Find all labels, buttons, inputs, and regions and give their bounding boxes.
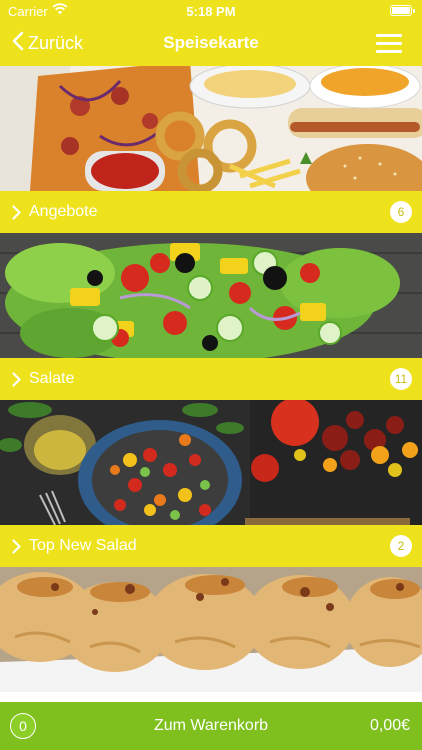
category-image-pastries (0, 567, 422, 692)
chevron-right-icon (12, 371, 21, 387)
category-item-angebote[interactable]: Angebote 6 (0, 191, 422, 233)
category-label: Salate (29, 370, 75, 387)
category-list: Angebote 6 Salate 11 Top New Salad 2 (0, 66, 422, 702)
cart-label: Zum Warenkorb (153, 717, 269, 734)
status-bar: Carrier 5:18 PM (0, 0, 422, 22)
status-time: 5:18 PM (186, 4, 236, 19)
battery-icon (390, 5, 415, 16)
category-item-fastfood[interactable] (0, 66, 422, 191)
category-item-top-new-salad[interactable]: Top New Salad 2 (0, 400, 422, 567)
page-title: Speisekarte (163, 33, 259, 52)
item-count-badge: 6 (390, 201, 412, 223)
category-image-fastfood (0, 66, 422, 191)
item-count-badge: 11 (390, 368, 412, 390)
category-item-salate[interactable]: Salate 11 (0, 233, 422, 400)
category-label: Top New Salad (29, 537, 137, 554)
category-bar: Salate 11 (0, 358, 422, 400)
category-image-top-new-salad (0, 400, 422, 525)
cart-total: 0,00€ (369, 717, 410, 734)
category-bar: Angebote 6 (0, 191, 422, 233)
item-count-badge: 2 (390, 535, 412, 557)
category-label: Angebote (29, 203, 98, 220)
cart-bar[interactable]: 0 Zum Warenkorb 0,00€ (0, 702, 422, 750)
chevron-right-icon (12, 204, 21, 220)
cart-quantity-badge: 0 (10, 713, 36, 739)
category-item-pastries[interactable] (0, 567, 422, 702)
chevron-right-icon (12, 538, 21, 554)
navigation-header: Carrier 5:18 PM Zurück Speisekarte (0, 0, 422, 66)
category-image-salate (0, 233, 422, 358)
category-bar: Top New Salad 2 (0, 525, 422, 567)
hamburger-menu-icon[interactable] (376, 34, 402, 53)
